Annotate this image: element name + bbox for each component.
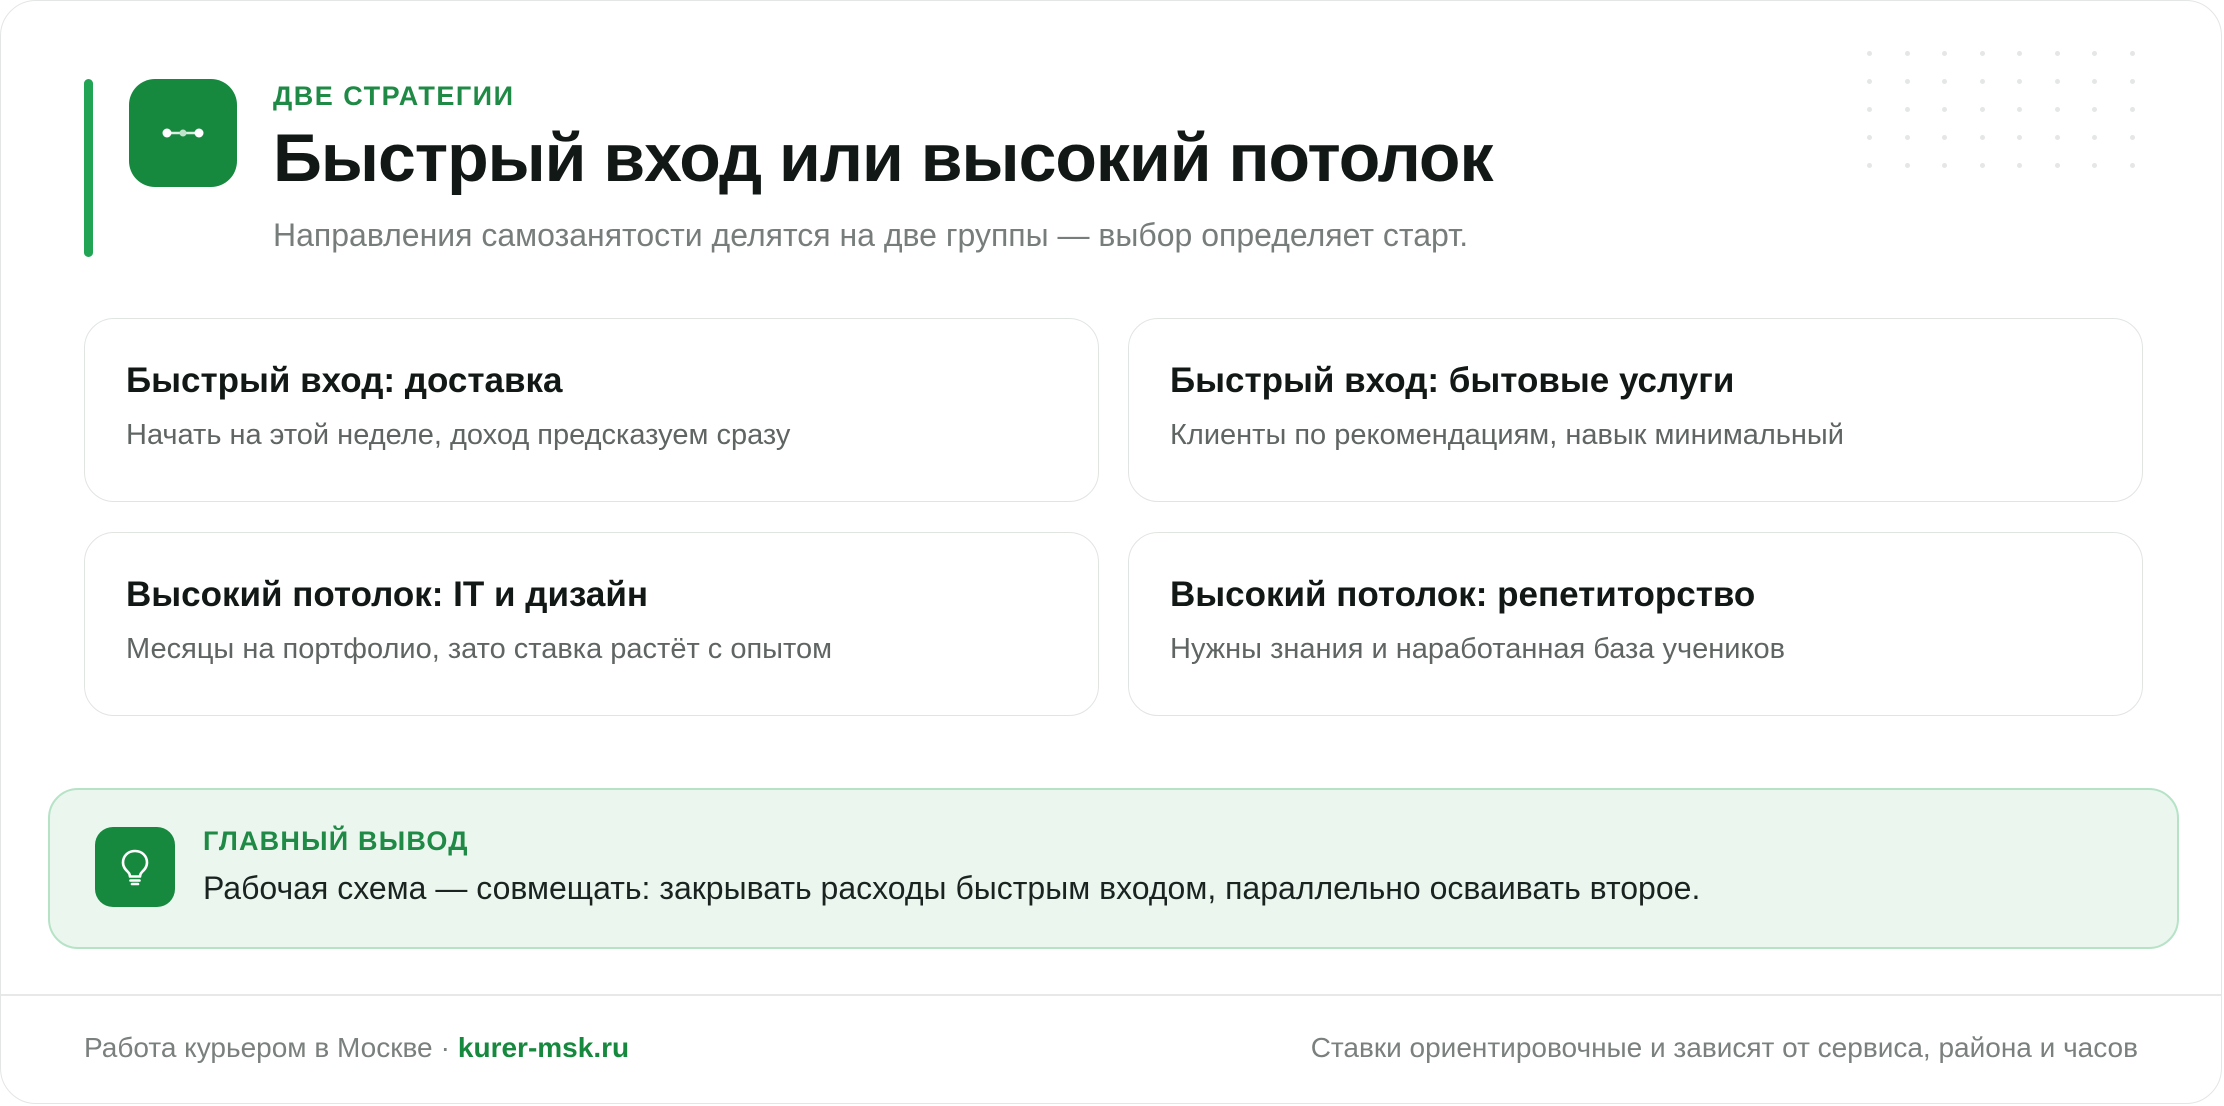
footer-brand-link[interactable]: kurer-msk.ru bbox=[458, 1032, 629, 1063]
eyebrow-label: ДВЕ СТРАТЕГИИ bbox=[273, 81, 515, 111]
footer-disclaimer: Ставки ориентировочные и зависят от серв… bbox=[1310, 1032, 2138, 1063]
card-description: Начать на этой неделе, доход предсказуем… bbox=[126, 419, 791, 451]
card-title: Быстрый вход: бытовые услуги bbox=[1170, 361, 1735, 400]
card-description: Месяцы на портфолио, зато ставка растёт … bbox=[126, 633, 833, 665]
callout-label: ГЛАВНЫЙ ВЫВОД bbox=[203, 826, 469, 856]
strategy-card: Быстрый вход: бытовые услуги Клиенты по … bbox=[1128, 318, 2143, 502]
callout-text: Рабочая схема — совмещать: закрывать рас… bbox=[203, 870, 1701, 906]
route-dots-icon bbox=[162, 128, 204, 138]
strategy-card: Высокий потолок: IT и дизайн Месяцы на п… bbox=[84, 532, 1099, 716]
footer-separator: · bbox=[440, 1032, 450, 1063]
key-takeaway-callout: ГЛАВНЫЙ ВЫВОД Рабочая схема — совмещать:… bbox=[48, 788, 2179, 949]
card-title: Высокий потолок: IT и дизайн bbox=[126, 575, 649, 614]
header-accent-bar bbox=[84, 79, 93, 257]
page-title: Быстрый вход или высокий потолок bbox=[273, 120, 1493, 196]
header-logo bbox=[129, 79, 237, 187]
decorative-dot-grid bbox=[1867, 51, 2167, 191]
strategy-card: Высокий потолок: репетиторство Нужны зна… bbox=[1128, 532, 2143, 716]
card-title: Высокий потолок: репетиторство bbox=[1170, 575, 1756, 614]
slide-card: ДВЕ СТРАТЕГИИ Быстрый вход или высокий п… bbox=[0, 0, 2222, 1104]
page-subtitle: Направления самозанятости делятся на две… bbox=[273, 217, 1469, 253]
card-title: Быстрый вход: доставка bbox=[126, 361, 563, 400]
footer-source: Работа курьером в Москве · kurer-msk.ru bbox=[84, 1032, 629, 1064]
card-description: Клиенты по рекомендациям, навык минималь… bbox=[1170, 419, 1844, 451]
callout-icon-tile bbox=[95, 827, 175, 907]
footer-source-text: Работа курьером в Москве bbox=[84, 1032, 433, 1063]
strategy-card: Быстрый вход: доставка Начать на этой не… bbox=[84, 318, 1099, 502]
lightbulb-icon bbox=[121, 849, 149, 886]
footer-divider bbox=[1, 994, 2221, 996]
card-description: Нужны знания и наработанная база ученико… bbox=[1170, 633, 1785, 665]
